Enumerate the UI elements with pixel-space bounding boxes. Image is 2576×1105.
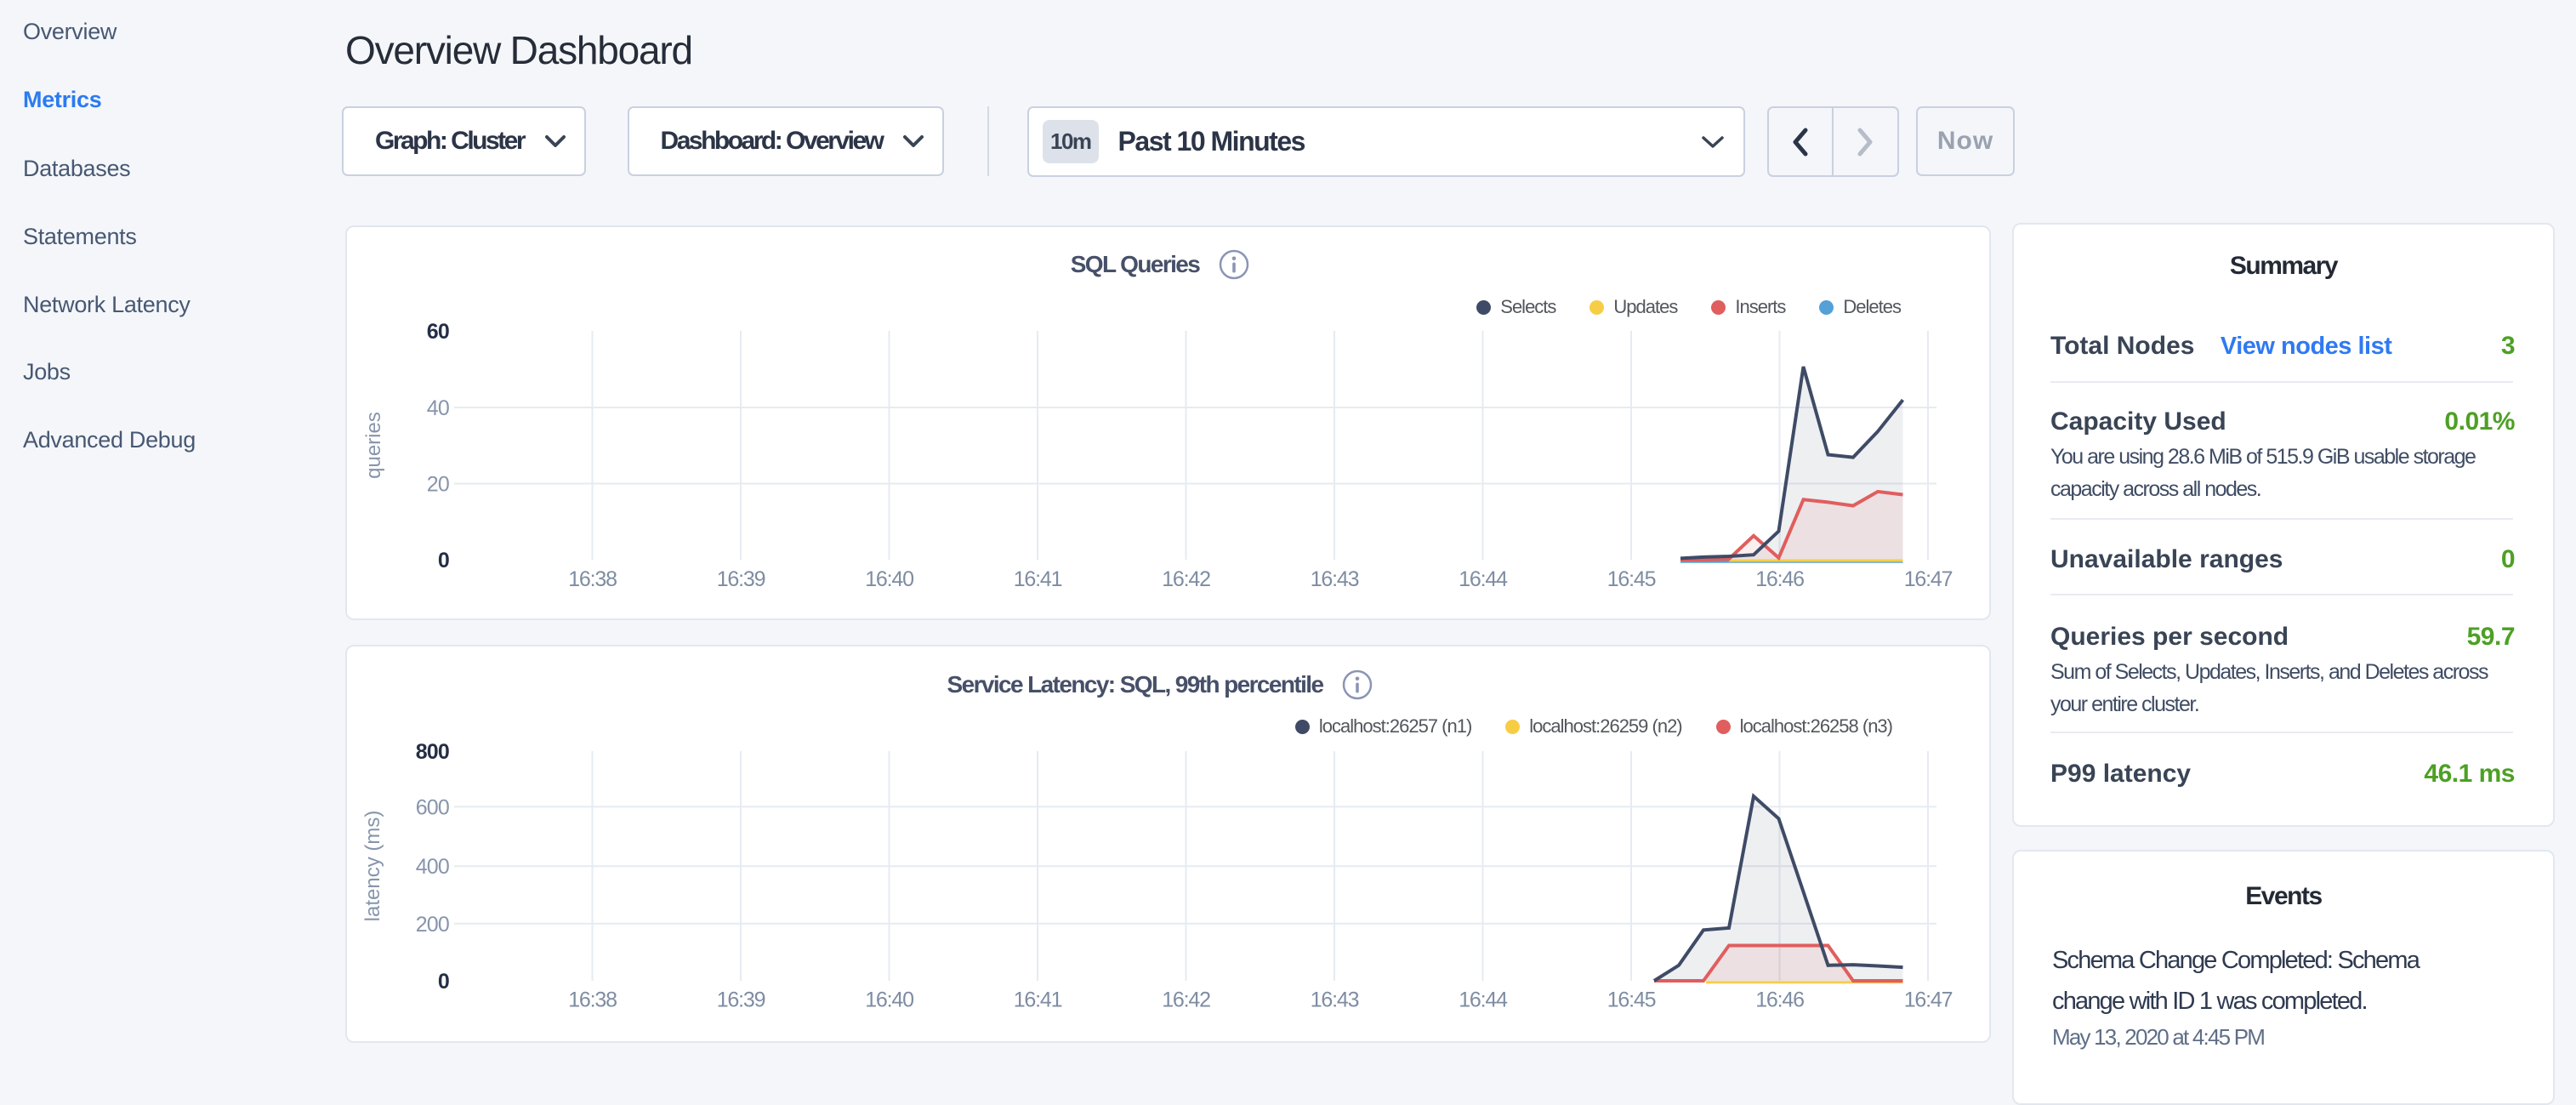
svg-text:16:44: 16:44 [1459, 567, 1508, 591]
svg-text:400: 400 [416, 855, 449, 879]
svg-text:16:42: 16:42 [1162, 988, 1210, 1012]
svg-text:16:40: 16:40 [865, 567, 913, 591]
svg-text:16:46: 16:46 [1755, 988, 1804, 1012]
svg-text:16:38: 16:38 [568, 567, 617, 591]
svg-text:0: 0 [438, 549, 449, 572]
svg-text:40: 40 [427, 396, 449, 420]
svg-text:16:43: 16:43 [1311, 988, 1359, 1012]
svg-text:16:39: 16:39 [717, 988, 765, 1012]
svg-text:800: 800 [416, 740, 449, 764]
svg-text:16:42: 16:42 [1162, 567, 1210, 591]
svg-text:16:45: 16:45 [1607, 988, 1656, 1012]
svg-text:0: 0 [438, 970, 449, 994]
svg-text:16:38: 16:38 [568, 988, 617, 1012]
svg-text:queries: queries [362, 412, 385, 479]
svg-text:16:40: 16:40 [865, 988, 913, 1012]
svg-text:16:41: 16:41 [1014, 567, 1062, 591]
svg-text:16:46: 16:46 [1755, 567, 1804, 591]
svg-text:16:39: 16:39 [717, 567, 765, 591]
svg-text:200: 200 [416, 913, 449, 937]
svg-text:16:41: 16:41 [1014, 988, 1062, 1012]
svg-text:16:43: 16:43 [1311, 567, 1359, 591]
svg-text:16:47: 16:47 [1904, 988, 1953, 1012]
svg-text:60: 60 [427, 320, 449, 344]
svg-text:16:45: 16:45 [1607, 567, 1656, 591]
svg-text:latency (ms): latency (ms) [361, 811, 384, 922]
svg-text:600: 600 [416, 795, 449, 819]
svg-text:20: 20 [427, 473, 449, 497]
svg-text:16:47: 16:47 [1904, 567, 1953, 591]
svg-text:16:44: 16:44 [1459, 988, 1508, 1012]
